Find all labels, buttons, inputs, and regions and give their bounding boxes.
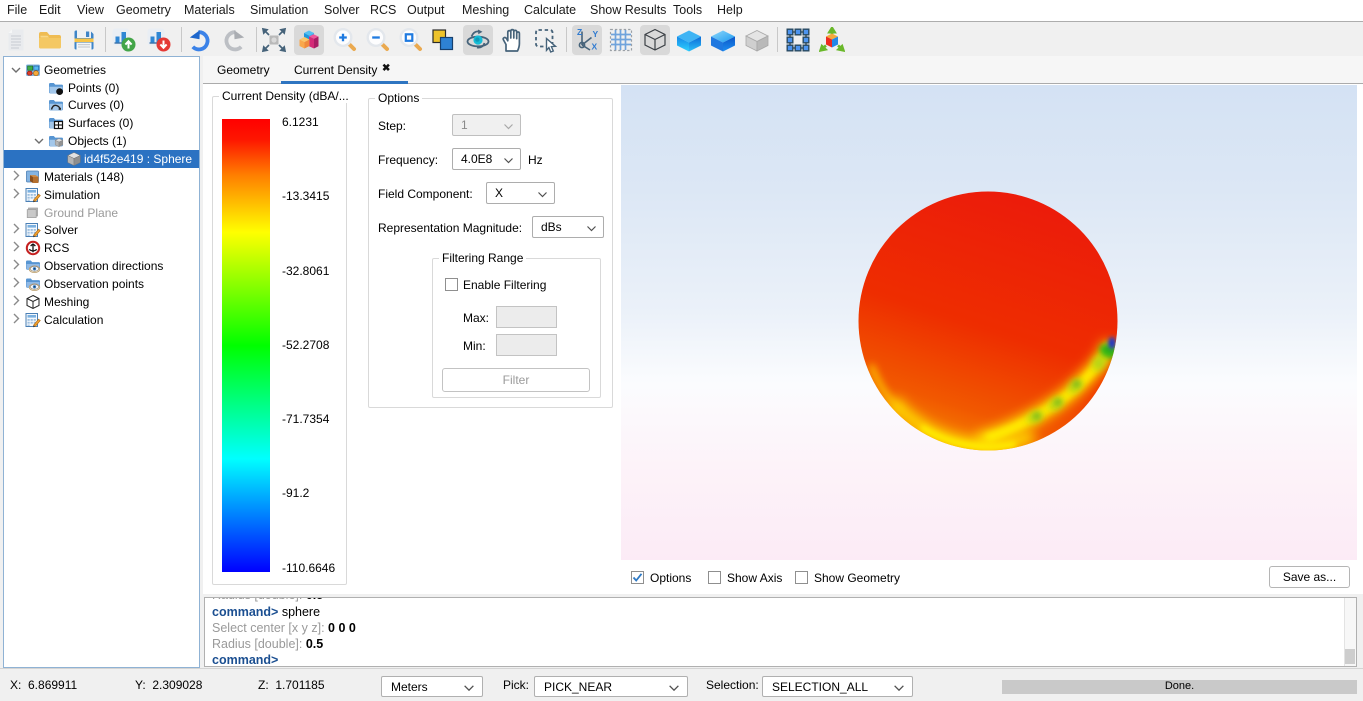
svg-text:X: X — [592, 42, 598, 52]
svg-text:Z: Z — [577, 27, 582, 37]
svg-text:Y: Y — [593, 29, 599, 39]
